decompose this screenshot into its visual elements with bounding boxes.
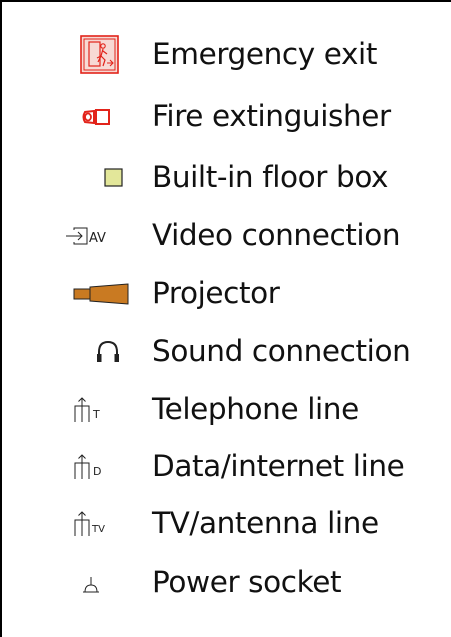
legend-item-floor-box: Built-in floor box [0, 150, 451, 206]
legend-label: Built-in floor box [152, 160, 389, 194]
floor-box-icon [72, 150, 138, 206]
data-line-icon: D [72, 439, 138, 495]
legend-item-telephone-line: T Telephone line [0, 382, 451, 438]
legend-label: TV/antenna line [152, 506, 379, 540]
legend-label: Emergency exit [152, 37, 378, 71]
legend-label: Fire extinguisher [152, 99, 391, 133]
headphones-icon [72, 324, 138, 380]
projector-icon [72, 266, 138, 322]
legend-label: Sound connection [152, 334, 411, 368]
legend-label: Video connection [152, 218, 401, 252]
video-connection-icon: AV [66, 208, 138, 264]
telephone-line-icon: T [72, 382, 138, 438]
tv-line-code: TV [91, 524, 105, 535]
legend: Emergency exit Fire extinguisher Built-i… [0, 0, 451, 637]
legend-item-sound-connection: Sound connection [0, 324, 451, 380]
legend-item-tv-line: TV TV/antenna line [0, 496, 451, 552]
data-line-code: D [93, 465, 101, 478]
tv-line-icon: TV [72, 496, 138, 552]
legend-item-fire-extinguisher: Fire extinguisher [0, 89, 451, 145]
emergency-exit-icon [72, 27, 138, 83]
legend-label: Telephone line [152, 392, 359, 426]
legend-item-data-line: D Data/internet line [0, 439, 451, 495]
legend-item-emergency-exit: Emergency exit [0, 27, 451, 83]
legend-item-video-connection: AV Video connection [0, 208, 451, 264]
power-socket-icon [72, 555, 138, 611]
legend-label: Projector [152, 276, 280, 310]
legend-label: Data/internet line [152, 449, 405, 483]
fire-extinguisher-icon [72, 89, 138, 145]
legend-label: Power socket [152, 565, 342, 599]
video-connection-code: AV [89, 231, 106, 246]
legend-item-projector: Projector [0, 266, 451, 322]
telephone-line-code: T [92, 408, 100, 421]
legend-item-power-socket: Power socket [0, 555, 451, 611]
